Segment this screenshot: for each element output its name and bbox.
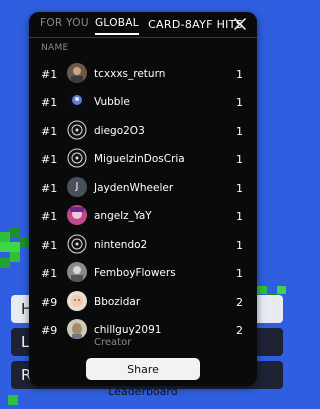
row-hits: 1 [236,153,243,166]
bg-green-pixels-bottom [0,390,30,405]
row-rank: #1 [41,125,58,138]
column-header-hits: CARD-8AYF HITS [148,18,243,31]
row-rank: #1 [41,210,58,223]
leaderboard-panel: FOR YOU GLOBAL NAME CARD-8AYF HITS #1 tc… [29,12,257,398]
row-hits: 2 [236,324,243,337]
row-role-label: Creator [94,337,132,348]
leaderboard-row[interactable]: #1 FemboyFlowers 1 [29,261,257,289]
leaderboard-row[interactable]: #1 angelz_YaY 1 [29,204,257,232]
photo-avatar [67,63,87,83]
row-username: MiguelzinDosCria [94,153,185,165]
row-hits: 1 [236,68,243,81]
row-hits: 1 [236,239,243,252]
row-rank: #1 [41,239,58,252]
tab-for-you[interactable]: FOR YOU [40,17,89,33]
row-hits: 1 [236,210,243,223]
leaderboard-row[interactable]: #1 MiguelzinDosCria 1 [29,147,257,175]
leaderboard-row[interactable]: #1 tcxxxs_return 1 [29,62,257,90]
row-rank: #1 [41,96,58,109]
emblem-avatar [67,148,87,168]
row-username: FemboyFlowers [94,267,176,279]
leaderboard-row[interactable]: #1 nintendo2 1 [29,233,257,261]
row-username: Vubble [94,96,130,108]
row-username: JaydenWheeler [94,182,174,194]
row-hits: 1 [236,96,243,109]
emblem-avatar [67,120,87,140]
row-hits: 1 [236,267,243,280]
character-avatar [67,91,87,111]
column-header-name: NAME [41,43,69,53]
avatar-initial: J [75,181,79,192]
emblem-avatar [67,234,87,254]
photo-avatar [67,262,87,282]
leaderboard-row[interactable]: #1 diego2O3 1 [29,119,257,147]
leaderboard-row[interactable]: #1 Vubble 1 [29,90,257,118]
row-username: angelz_YaY [94,210,152,222]
leaderboard-row[interactable]: #1 J JaydenWheeler 1 [29,176,257,204]
bg-green-pixels [0,228,30,268]
row-hits: 1 [236,182,243,195]
row-rank: #1 [41,267,58,280]
tab-divider [29,37,257,38]
initial-avatar: J [67,177,87,197]
row-rank: #1 [41,153,58,166]
share-leaderboard-button[interactable]: Share Leaderboard [86,358,200,398]
row-username: diego2O3 [94,125,145,137]
tab-global[interactable]: GLOBAL [95,17,139,35]
row-username: chillguy2091 [94,324,162,336]
row-hits: 1 [236,125,243,138]
row-username: Bbozidar [94,296,141,308]
row-rank: #1 [41,68,58,81]
row-username: tcxxxs_return [94,68,166,80]
row-hits: 2 [236,296,243,309]
row-rank: #9 [41,324,58,337]
leaderboard-row[interactable]: #9 chillguy2091 Creator 2 [29,318,257,348]
chillguy-avatar [67,319,87,339]
anime-avatar [67,205,87,225]
row-rank: #1 [41,182,58,195]
row-username: nintendo2 [94,239,148,251]
row-rank: #9 [41,296,58,309]
leaderboard-row[interactable]: #9 Bbozidar 2 [29,290,257,318]
baby-avatar [67,291,87,311]
